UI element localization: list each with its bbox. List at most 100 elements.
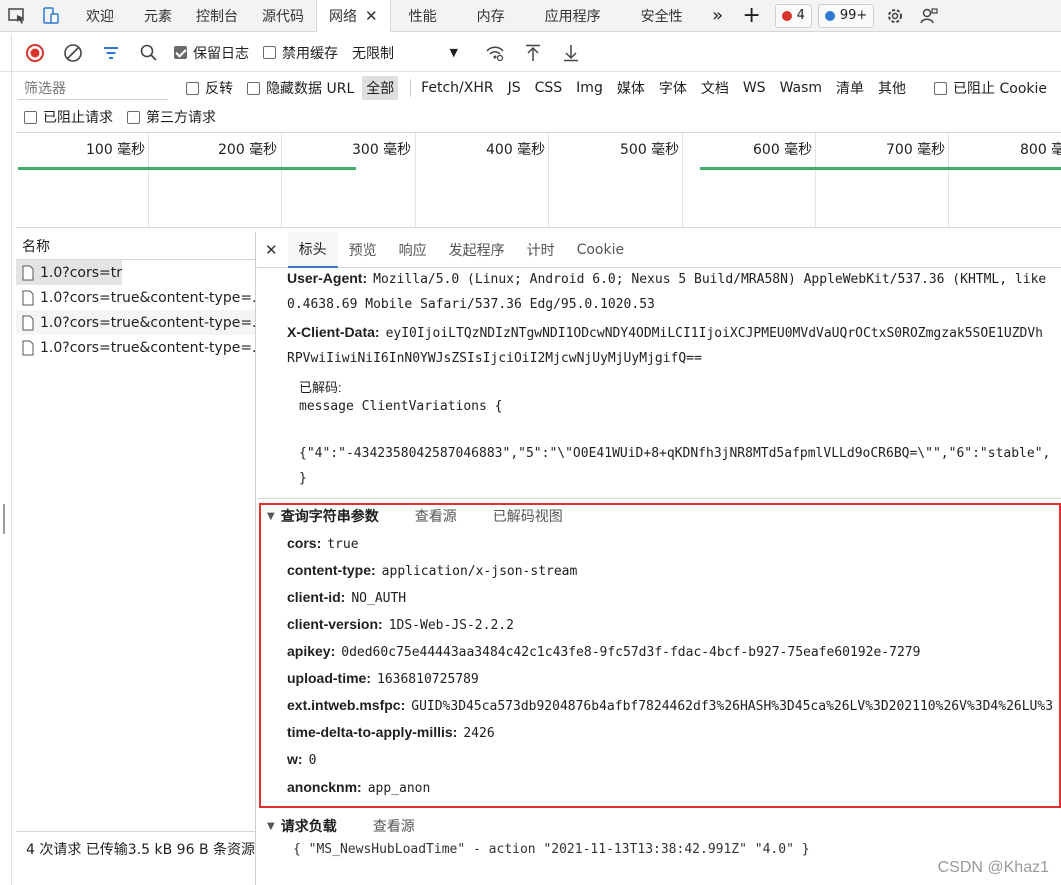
- disable-cache-checkbox[interactable]: 禁用缓存: [263, 43, 338, 63]
- tab-application[interactable]: 应用程序: [533, 0, 613, 32]
- close-icon[interactable]: ✕: [265, 241, 278, 259]
- header-row-user-agent: User-Agent: Mozilla/5.0 (Linux; Android 6…: [287, 270, 1046, 287]
- tab-elements[interactable]: 元素: [132, 0, 184, 32]
- tab-security[interactable]: 安全性: [629, 0, 695, 32]
- request-row[interactable]: 1.0?cors=true&content-type=...: [16, 260, 122, 285]
- filter-type-wasm[interactable]: Wasm: [776, 78, 826, 98]
- tab-response[interactable]: 响应: [388, 232, 438, 268]
- feedback-icon[interactable]: [912, 0, 946, 32]
- network-toolbar: 保留日志 禁用缓存 无限制 ▼: [0, 34, 1061, 72]
- request-row[interactable]: 1.0?cors=true&content-type=...: [16, 335, 255, 360]
- tab-network[interactable]: 网络 ✕: [316, 0, 391, 32]
- filter-type-fetch-xhr[interactable]: Fetch/XHR: [417, 78, 498, 98]
- tab-cookies[interactable]: Cookie: [566, 232, 636, 268]
- throttling-select[interactable]: 无限制 ▼: [352, 43, 458, 63]
- view-source-link[interactable]: 查看源: [373, 816, 415, 836]
- filter-type-other[interactable]: 其他: [874, 76, 910, 100]
- export-har-button[interactable]: [552, 36, 590, 70]
- disable-cache-label: 禁用缓存: [282, 45, 338, 62]
- blocked-requests-checkbox[interactable]: 已阻止请求: [24, 107, 113, 127]
- message-count-badge[interactable]: 99+: [817, 3, 875, 28]
- collapse-triangle-icon[interactable]: ▼: [267, 821, 275, 832]
- filter-type-media[interactable]: 媒体: [613, 76, 649, 100]
- search-button[interactable]: [130, 36, 168, 70]
- header-value-continued: 0.4638.69 Mobile Safari/537.36 Edg/95.0.…: [287, 297, 655, 312]
- error-icon: [781, 10, 792, 21]
- query-param-row: cors: true: [287, 535, 359, 552]
- query-param-row: apikey: 0ded60c75e44443aa3484c42c1c43fe8-…: [287, 643, 920, 660]
- error-count-badge[interactable]: 4: [774, 3, 812, 28]
- third-party-checkbox[interactable]: 第三方请求: [127, 107, 216, 127]
- tab-timing[interactable]: 计时: [516, 232, 566, 268]
- checkbox-box: [247, 81, 261, 95]
- invert-checkbox[interactable]: 反转: [186, 78, 233, 98]
- gear-icon[interactable]: [878, 0, 912, 32]
- request-row[interactable]: 1.0?cors=true&content-type=...: [16, 310, 255, 335]
- device-emulation-icon[interactable]: [34, 0, 68, 32]
- tick-label: 100 毫秒: [86, 142, 146, 158]
- section-title: 请求负载: [280, 818, 337, 834]
- add-tab-icon[interactable]: +: [735, 0, 769, 32]
- filter-type-ws[interactable]: WS: [739, 78, 770, 98]
- query-param-row: time-delta-to-apply-millis: 2426: [287, 724, 495, 741]
- more-tabs-icon[interactable]: »: [701, 0, 735, 32]
- blocked-cookies-checkbox[interactable]: 已阻止 Cookie: [934, 78, 1047, 98]
- resize-grip[interactable]: [3, 504, 5, 534]
- tab-sources[interactable]: 源代码: [250, 0, 316, 32]
- filter-toggle-button[interactable]: [92, 36, 130, 70]
- drawer-edge: [0, 34, 12, 885]
- tab-performance[interactable]: 性能: [397, 0, 449, 32]
- dropdown-arrow-icon: ▼: [449, 46, 458, 59]
- record-icon: [26, 43, 44, 62]
- tab-memory[interactable]: 内存: [465, 0, 517, 32]
- request-name: 1.0?cors=true&content-type=...: [40, 314, 255, 331]
- error-count: 4: [796, 8, 805, 23]
- filter-input[interactable]: 筛选器: [18, 76, 169, 100]
- param-value: 0: [308, 753, 317, 768]
- filter-type-css[interactable]: CSS: [531, 78, 567, 98]
- payload-preview: { "MS_NewsHubLoadTime" - action "2021-11…: [293, 842, 810, 857]
- tab-console[interactable]: 控制台: [184, 0, 250, 32]
- request-row[interactable]: 1.0?cors=true&content-type=...: [16, 285, 255, 310]
- preserve-log-checkbox[interactable]: 保留日志: [174, 43, 249, 63]
- view-decoded-link[interactable]: 已解码视图: [493, 506, 563, 526]
- tab-headers[interactable]: 标头: [287, 232, 338, 268]
- tick-label: 400 毫秒: [486, 142, 546, 158]
- details-tab-bar: ✕ 标头 预览 响应 发起程序 计时 Cookie: [257, 232, 1061, 268]
- record-button[interactable]: [16, 36, 54, 70]
- network-conditions-button[interactable]: [476, 36, 514, 70]
- filter-type-img[interactable]: Img: [572, 78, 607, 98]
- filter-type-all[interactable]: 全部: [362, 76, 399, 100]
- divider: [257, 498, 1061, 499]
- collapse-triangle-icon[interactable]: ▼: [267, 511, 275, 522]
- clear-button[interactable]: [54, 36, 92, 70]
- filter-type-js[interactable]: JS: [504, 78, 525, 98]
- tab-initiator[interactable]: 发起程序: [438, 232, 516, 268]
- param-key: ext.intweb.msfpc:: [287, 697, 406, 713]
- view-source-link[interactable]: 查看源: [415, 506, 457, 526]
- document-icon: [22, 265, 34, 280]
- tab-preview[interactable]: 预览: [338, 232, 388, 268]
- close-icon[interactable]: ✕: [365, 7, 378, 25]
- filter-icon: [104, 46, 118, 59]
- param-key: client-version:: [287, 616, 383, 632]
- param-key: w:: [287, 751, 303, 767]
- filter-type-doc[interactable]: 文档: [697, 76, 733, 100]
- import-har-button[interactable]: [514, 36, 552, 70]
- inspect-element-icon[interactable]: [0, 0, 34, 32]
- filter-type-manifest[interactable]: 清单: [832, 76, 868, 100]
- request-name: 1.0?cors=true&content-type=...: [40, 289, 255, 306]
- tab-welcome[interactable]: 欢迎: [74, 0, 126, 32]
- hide-data-urls-checkbox[interactable]: 隐藏数据 URL: [247, 78, 354, 98]
- query-param-row: client-id: NO_AUTH: [287, 589, 406, 606]
- third-party-label: 第三方请求: [146, 110, 216, 126]
- filter-bar: 筛选器 反转 隐藏数据 URL 全部 Fetch/XHR JS CSS Img …: [0, 74, 1061, 102]
- devtools-tab-bar: 欢迎 元素 控制台 源代码 网络 ✕ 性能 内存 应用程序 安全性 » + 4 …: [0, 0, 1061, 32]
- param-value: NO_AUTH: [351, 591, 407, 606]
- timeline-overview[interactable]: 100 毫秒 200 毫秒 300 毫秒 400 毫秒 500 毫秒 600 毫…: [16, 132, 1061, 229]
- payload-section-header[interactable]: ▼ 请求负载 查看源: [267, 816, 415, 836]
- query-params-section-header[interactable]: ▼ 查询字符串参数 查看源 已解码视图: [267, 506, 563, 526]
- name-column-header[interactable]: 名称: [16, 232, 255, 260]
- document-icon: [22, 340, 34, 355]
- filter-type-font[interactable]: 字体: [655, 76, 691, 100]
